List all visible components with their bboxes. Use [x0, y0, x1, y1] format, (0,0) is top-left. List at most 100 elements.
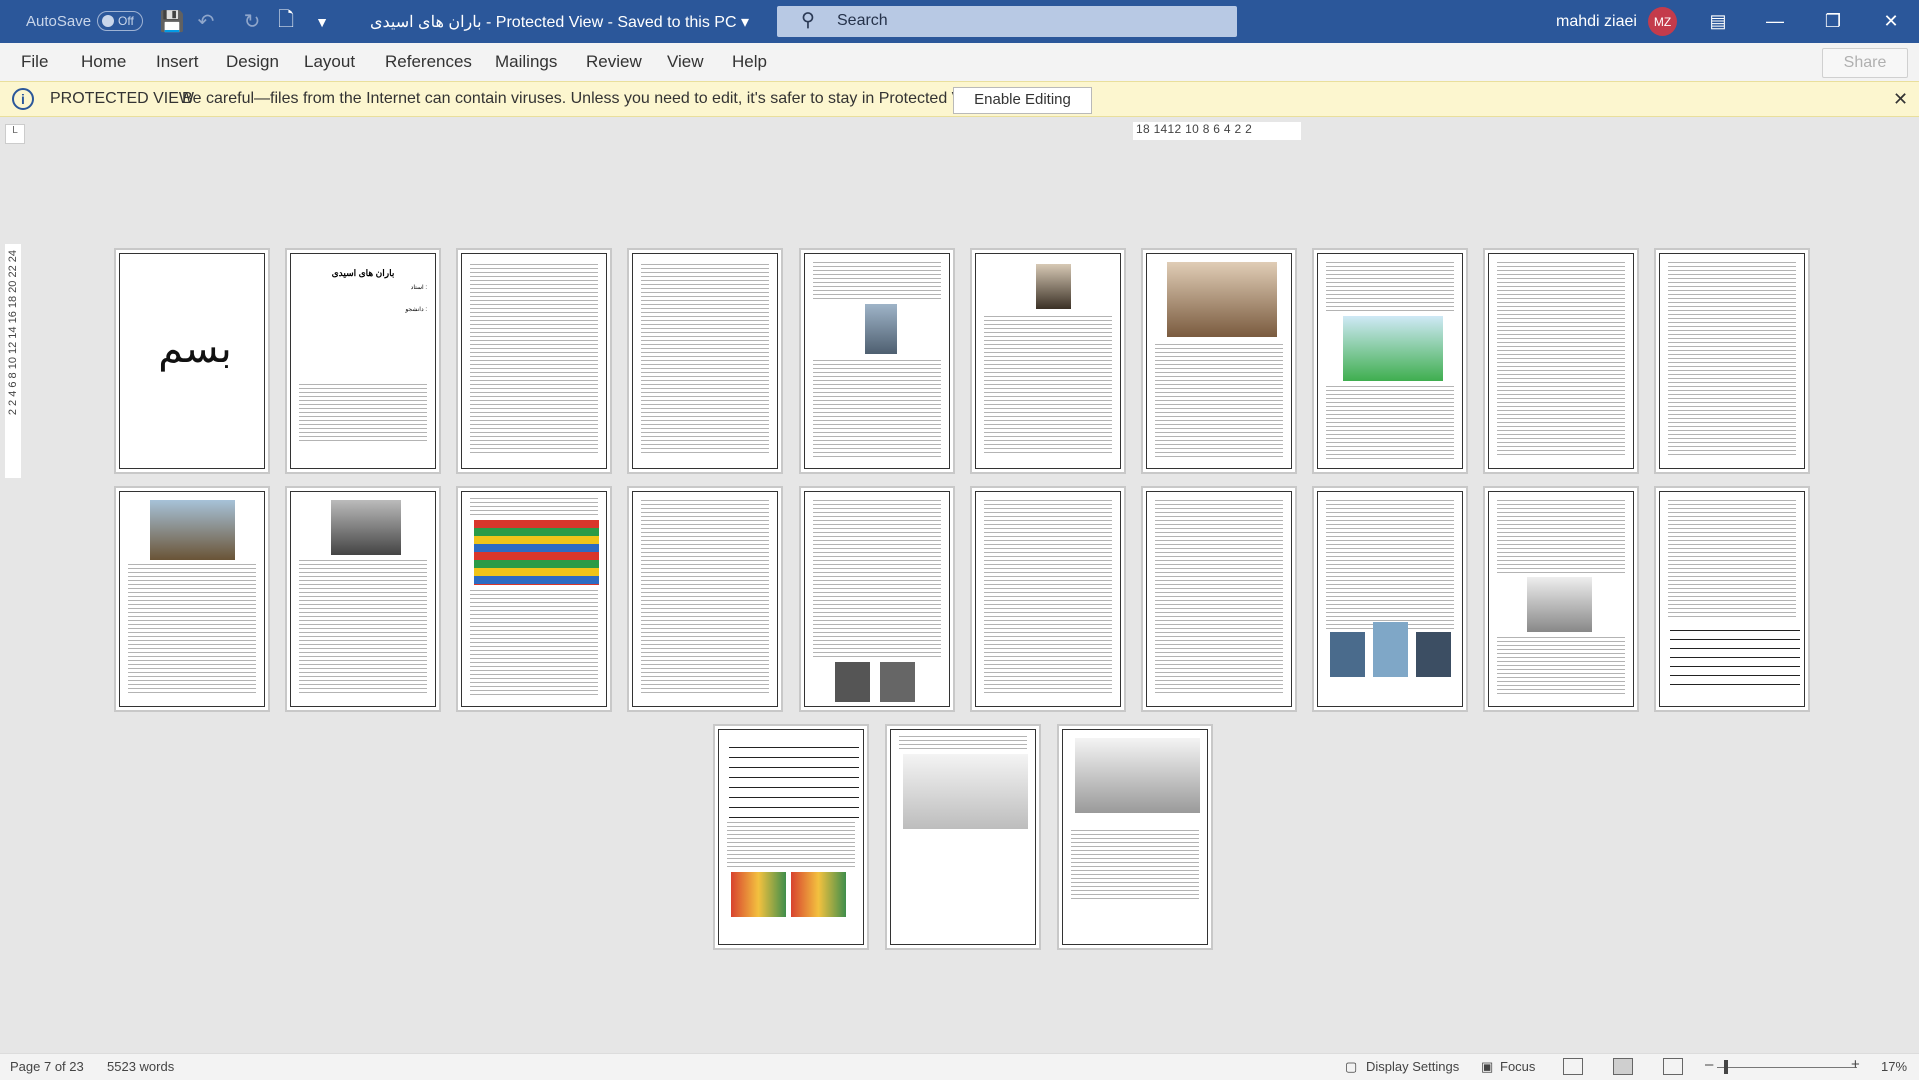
zoom-slider-handle[interactable] [1724, 1060, 1728, 1074]
text-block [813, 360, 941, 460]
page-border [1146, 253, 1292, 469]
text-block [1155, 500, 1283, 695]
text-block [813, 262, 941, 302]
page-thumbnail[interactable] [627, 248, 783, 474]
page-thumbnail[interactable] [970, 248, 1126, 474]
text-block [470, 590, 598, 695]
focus-button[interactable]: Focus [1500, 1059, 1535, 1074]
page-border [632, 253, 778, 469]
display-settings-icon[interactable]: ▢ [1345, 1059, 1357, 1075]
new-document-icon[interactable]: 🗋 [269, 0, 303, 43]
zoom-out-icon[interactable]: – [1705, 1056, 1713, 1073]
page-thumbnail[interactable] [1141, 248, 1297, 474]
text-block [1497, 637, 1625, 697]
horizontal-ruler-numbers: 18 1412 10 8 6 4 2 2 [1136, 122, 1253, 136]
figure [1670, 622, 1800, 692]
tab-file[interactable]: File [21, 43, 48, 81]
text-block [470, 498, 598, 516]
save-icon[interactable]: 💾 [155, 0, 189, 43]
figure [1416, 632, 1451, 677]
zoom-level[interactable]: 17% [1881, 1059, 1907, 1074]
page-thumbnail[interactable] [627, 486, 783, 712]
page-thumbnail[interactable] [285, 486, 441, 712]
page-thumbnail[interactable]: بسم [114, 248, 270, 474]
page-thumbnail[interactable] [799, 486, 955, 712]
share-button[interactable]: Share [1822, 48, 1908, 78]
page-thumbnail[interactable] [1654, 486, 1810, 712]
tab-help[interactable]: Help [732, 43, 767, 81]
tab-view[interactable]: View [667, 43, 704, 81]
figure [1330, 632, 1365, 677]
figure [1373, 622, 1408, 677]
page-thumbnail[interactable] [1654, 248, 1810, 474]
web-layout-icon[interactable] [1663, 1058, 1683, 1075]
page-thumbnail[interactable] [456, 248, 612, 474]
display-settings-button[interactable]: Display Settings [1366, 1059, 1459, 1074]
page-thumbnail[interactable] [970, 486, 1126, 712]
zoom-slider[interactable] [1717, 1067, 1857, 1068]
figure [1527, 577, 1592, 632]
vertical-ruler[interactable]: 2 2 4 6 8 10 12 14 16 18 20 22 24 [5, 244, 21, 478]
page-thumbnail[interactable] [713, 724, 869, 950]
page-thumbnail[interactable] [456, 486, 612, 712]
figure [150, 500, 235, 560]
page-counter[interactable]: Page 7 of 23 [10, 1059, 84, 1074]
avatar[interactable]: MZ [1648, 7, 1677, 36]
close-bar-icon[interactable]: ✕ [1893, 89, 1908, 110]
page-thumbnail[interactable] [1483, 248, 1639, 474]
info-icon: i [12, 88, 34, 110]
page-thumbnail[interactable] [885, 724, 1041, 950]
redo-icon[interactable]: ↻ [235, 0, 269, 43]
figure [903, 754, 1028, 829]
page-border [1659, 491, 1805, 707]
page-thumbnail[interactable] [1312, 486, 1468, 712]
minimize-icon[interactable]: — [1752, 0, 1798, 43]
page-border [890, 729, 1036, 945]
page-border [119, 491, 265, 707]
text-block [813, 500, 941, 660]
page-border: باران های اسیدی استاد : دانشجو : [290, 253, 436, 469]
restore-icon[interactable]: ❐ [1810, 0, 1856, 43]
tab-references[interactable]: References [385, 43, 472, 81]
search-box[interactable]: ⚲ Search [777, 6, 1237, 37]
figure [1343, 316, 1443, 381]
page-border [1062, 729, 1208, 945]
zoom-in-icon[interactable]: + [1851, 1056, 1860, 1073]
tab-home[interactable]: Home [81, 43, 126, 81]
user-name[interactable]: mahdi ziaei [1556, 0, 1637, 43]
text-block [984, 316, 1112, 456]
ribbon-tabs: File Home Insert Design Layout Reference… [0, 43, 1919, 81]
page-thumbnail[interactable] [1057, 724, 1213, 950]
undo-icon[interactable]: ↶ [189, 0, 223, 43]
tab-layout[interactable]: Layout [304, 43, 355, 81]
cover-student: دانشجو : [405, 307, 427, 313]
page-thumbnail[interactable] [114, 486, 270, 712]
document-title: باران های اسیدی - Protected View - Saved… [370, 13, 749, 31]
autosave-label: AutoSave [26, 13, 92, 30]
page-thumbnail[interactable] [799, 248, 955, 474]
tab-review[interactable]: Review [586, 43, 642, 81]
figure [880, 662, 915, 702]
page-thumbnail[interactable]: باران های اسیدی استاد : دانشجو : [285, 248, 441, 474]
toggle-knob [102, 15, 114, 27]
print-layout-icon[interactable] [1613, 1058, 1633, 1075]
page-thumbnail[interactable] [1483, 486, 1639, 712]
page-thumbnail[interactable] [1312, 248, 1468, 474]
word-count[interactable]: 5523 words [107, 1059, 174, 1074]
customize-qat-icon[interactable]: ▼ [305, 0, 339, 43]
close-icon[interactable]: ✕ [1868, 0, 1914, 43]
focus-icon[interactable]: ▣ [1481, 1059, 1493, 1075]
tab-selector[interactable]: L [5, 124, 25, 144]
tab-mailings[interactable]: Mailings [495, 43, 557, 81]
autosave-toggle[interactable]: Off [97, 11, 143, 31]
figure [1167, 262, 1277, 337]
ribbon-display-options-icon[interactable]: ▤ [1695, 0, 1741, 43]
page-border [1659, 253, 1805, 469]
page-thumbnail[interactable] [1141, 486, 1297, 712]
tab-design[interactable]: Design [226, 43, 279, 81]
read-mode-icon[interactable] [1563, 1058, 1583, 1075]
page-border [1146, 491, 1292, 707]
tab-insert[interactable]: Insert [156, 43, 199, 81]
text-block [299, 560, 427, 695]
enable-editing-button[interactable]: Enable Editing [953, 87, 1092, 114]
